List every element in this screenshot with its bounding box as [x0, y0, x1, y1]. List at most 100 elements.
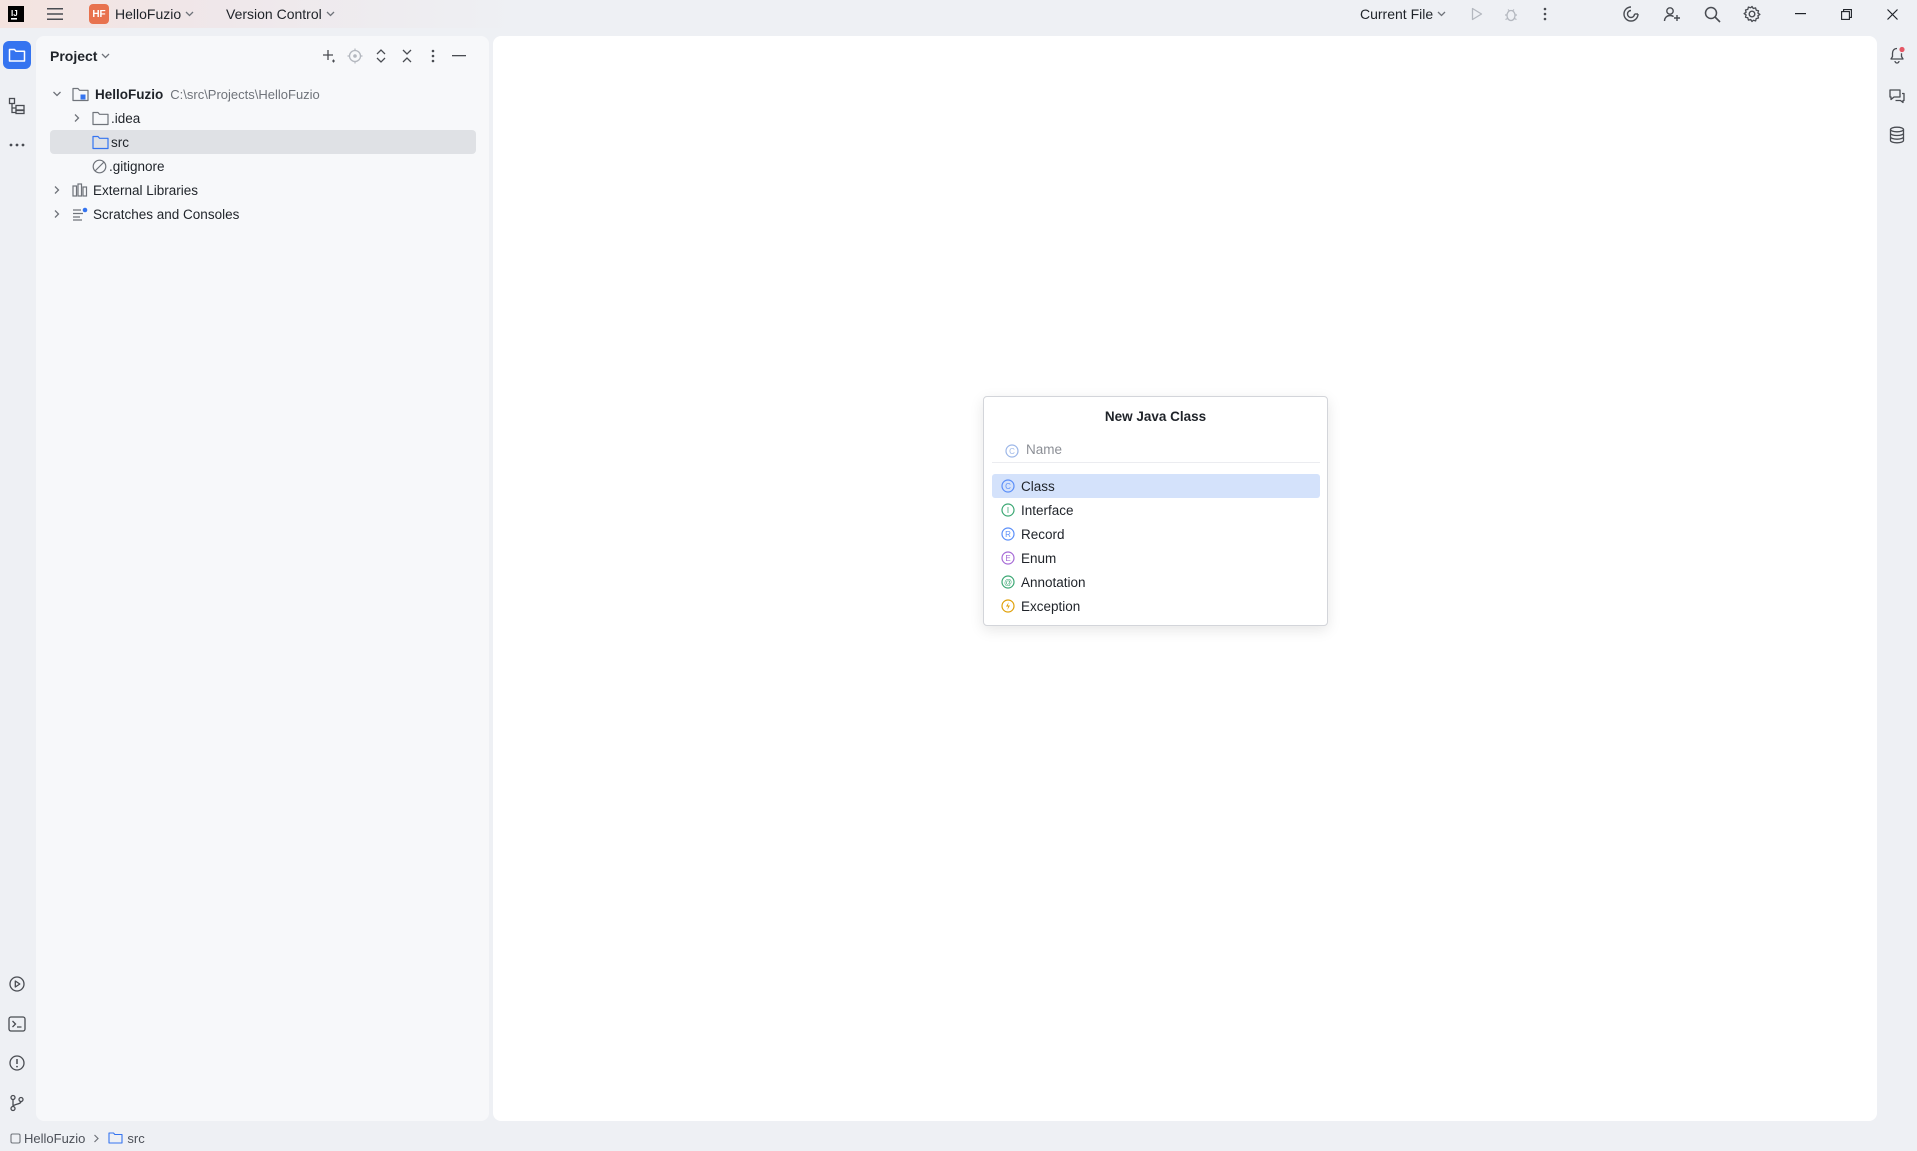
tree-item-label: External Libraries	[93, 182, 199, 198]
project-panel-title: Project	[50, 48, 98, 64]
kind-item-exception[interactable]: Exception	[992, 594, 1320, 618]
tree-item-label: .gitignore	[109, 158, 165, 174]
breadcrumb: HelloFuzio src	[10, 1131, 145, 1146]
new-java-class-popup: New Java Class C C Class I Interface R R…	[983, 396, 1328, 626]
kind-item-record[interactable]: R Record	[992, 522, 1320, 546]
new-file-icon[interactable]	[315, 42, 343, 70]
project-name: HelloFuzio	[115, 6, 182, 22]
svg-text:C: C	[1005, 482, 1011, 491]
folder-icon	[92, 111, 109, 125]
collapse-all-icon[interactable]	[393, 42, 421, 70]
structure-tool-window-icon[interactable]	[3, 92, 31, 120]
chevron-right-icon[interactable]	[52, 209, 62, 219]
tree-item-gitignore[interactable]: .gitignore	[50, 154, 476, 178]
project-widget[interactable]: HF HelloFuzio	[89, 0, 194, 28]
kind-label: Exception	[1021, 598, 1081, 614]
enum-kind-icon: E	[1001, 551, 1015, 565]
panel-options-icon[interactable]	[419, 42, 447, 70]
tree-item-external-libraries[interactable]: External Libraries	[50, 178, 476, 202]
kind-label: Class	[1021, 478, 1055, 494]
version-control-widget[interactable]: Version Control	[226, 0, 335, 28]
kind-label: Annotation	[1021, 574, 1086, 590]
module-icon	[10, 1132, 21, 1144]
module-folder-icon	[72, 87, 89, 101]
kind-label: Interface	[1021, 502, 1074, 518]
class-name-input[interactable]	[992, 437, 1320, 463]
more-tool-windows-icon[interactable]	[3, 131, 31, 159]
services-icon[interactable]	[3, 970, 31, 998]
notifications-icon[interactable]	[1883, 41, 1911, 69]
kind-item-enum[interactable]: E Enum	[992, 546, 1320, 570]
breadcrumb-folder[interactable]: src	[127, 1131, 144, 1146]
status-bar: HelloFuzio src	[0, 1125, 1917, 1151]
run-configuration-label: Current File	[1360, 6, 1434, 22]
chevron-right-icon	[94, 1134, 100, 1142]
tree-item-label: src	[111, 134, 129, 150]
breadcrumb-project[interactable]: HelloFuzio	[24, 1131, 85, 1146]
source-folder-icon	[92, 135, 109, 149]
problems-icon[interactable]	[3, 1049, 31, 1077]
terminal-icon[interactable]	[3, 1010, 31, 1038]
svg-text:IJ: IJ	[11, 9, 18, 18]
tree-item-project-root[interactable]: HelloFuzio C:\src\Projects\HelloFuzio	[50, 82, 476, 106]
chevron-right-icon[interactable]	[72, 113, 82, 123]
ai-chat-icon[interactable]	[1883, 82, 1911, 110]
chevron-down-icon	[326, 11, 335, 17]
folder-icon	[108, 1132, 123, 1144]
ai-assistant-icon[interactable]	[1617, 0, 1645, 28]
popup-title: New Java Class	[1104, 409, 1207, 424]
code-with-me-icon[interactable]	[1658, 0, 1686, 28]
main-menu-icon[interactable]	[41, 0, 69, 28]
run-configuration-selector[interactable]: Current File	[1360, 0, 1446, 28]
project-tool-window-icon[interactable]	[3, 41, 31, 69]
tree-item-label: .idea	[111, 110, 141, 126]
tree-item-label: Scratches and Consoles	[93, 206, 240, 222]
restore-window-icon[interactable]	[1830, 0, 1862, 28]
debug-icon[interactable]	[1497, 0, 1525, 28]
library-icon	[72, 183, 88, 197]
project-tool-window: Project HelloFuzio C:\src\Projects\Hello…	[36, 36, 489, 1121]
svg-text:@: @	[1004, 578, 1012, 587]
locate-file-icon[interactable]	[341, 42, 369, 70]
chevron-down-icon	[185, 11, 194, 17]
kind-item-class[interactable]: C Class	[992, 474, 1320, 498]
project-view-selector[interactable]: Project	[50, 48, 110, 64]
chevron-down-icon	[1437, 11, 1446, 17]
svg-text:I: I	[1007, 506, 1009, 515]
svg-text:E: E	[1005, 554, 1010, 563]
minimize-window-icon[interactable]	[1784, 0, 1816, 28]
tree-item-path: C:\src\Projects\HelloFuzio	[170, 86, 320, 102]
ignored-file-icon	[92, 159, 107, 173]
close-window-icon[interactable]	[1876, 0, 1908, 28]
annotation-kind-icon: @	[1001, 575, 1015, 589]
exception-kind-icon	[1001, 599, 1015, 613]
kind-label: Record	[1021, 526, 1065, 542]
expand-all-icon[interactable]	[367, 42, 395, 70]
kind-item-interface[interactable]: I Interface	[992, 498, 1320, 522]
project-badge: HF	[89, 4, 109, 24]
tree-item-label: HelloFuzio	[95, 86, 164, 102]
kind-item-annotation[interactable]: @ Annotation	[992, 570, 1320, 594]
kind-label: Enum	[1021, 550, 1057, 566]
version-control-label: Version Control	[226, 6, 322, 22]
git-icon[interactable]	[3, 1089, 31, 1117]
settings-gear-icon[interactable]	[1738, 0, 1766, 28]
interface-kind-icon: I	[1001, 503, 1015, 517]
scratches-icon	[73, 207, 88, 221]
tree-item-src[interactable]: src	[50, 130, 476, 154]
chevron-down-icon[interactable]	[52, 89, 62, 99]
record-kind-icon: R	[1001, 527, 1015, 541]
app-logo-icon[interactable]: IJ	[8, 0, 24, 28]
database-icon[interactable]	[1883, 121, 1911, 149]
title-bar: IJ HF HelloFuzio Version Control Current…	[0, 0, 1917, 28]
chevron-down-icon	[102, 53, 110, 59]
more-actions-icon[interactable]	[1531, 0, 1559, 28]
project-panel-header: Project	[36, 36, 489, 76]
hide-panel-icon[interactable]	[445, 42, 473, 70]
search-icon[interactable]	[1698, 0, 1726, 28]
chevron-right-icon[interactable]	[52, 185, 62, 195]
tree-item-scratches[interactable]: Scratches and Consoles	[50, 202, 476, 226]
class-kind-icon: C	[1001, 479, 1015, 493]
run-icon[interactable]	[1463, 0, 1491, 28]
tree-item-idea[interactable]: .idea	[50, 106, 476, 130]
